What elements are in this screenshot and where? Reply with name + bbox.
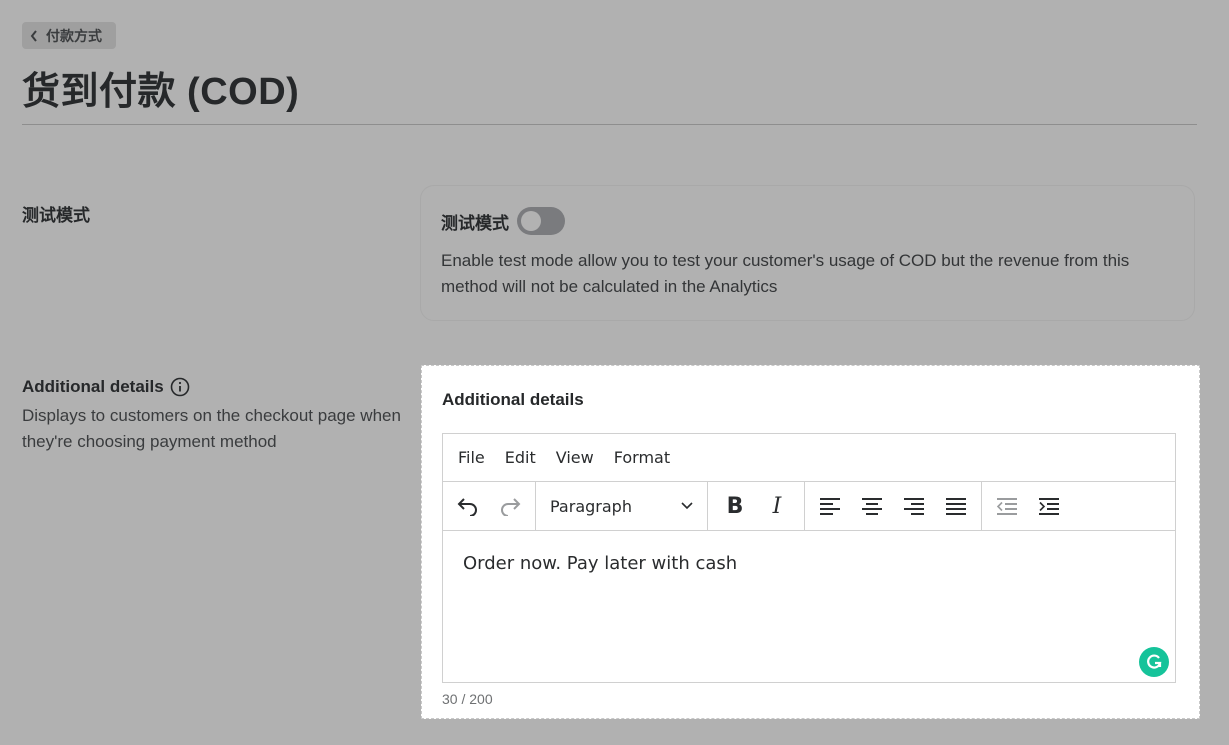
bold-icon: B [726,493,744,519]
italic-icon: I [772,493,782,519]
editor-menubar: File Edit View Format [443,434,1175,482]
character-counter: 30 / 200 [442,691,493,707]
toggle-knob [521,211,541,231]
block-format-select[interactable]: Paragraph [536,482,708,530]
redo-button[interactable] [489,482,531,530]
align-center-icon [862,498,882,515]
menu-edit[interactable]: Edit [505,448,536,467]
outdent-button[interactable] [986,482,1028,530]
alignment-group [805,482,982,530]
grammarly-icon[interactable] [1139,647,1169,677]
editor-toolbar: Paragraph B I [443,482,1175,531]
align-right-button[interactable] [893,482,935,530]
editor-text: Order now. Pay later with cash [463,553,738,574]
menu-format[interactable]: Format [614,448,670,467]
undo-icon [457,498,477,516]
test-mode-description: Enable test mode allow you to test your … [441,251,1130,296]
editor-content[interactable]: Order now. Pay later with cash [443,531,1175,682]
additional-details-card: Additional details File Edit View Format… [421,365,1200,719]
chevron-down-icon [681,502,693,510]
history-group [443,482,536,530]
info-icon[interactable] [170,377,190,397]
back-button[interactable]: 付款方式 [22,22,116,49]
align-justify-icon [946,498,966,515]
rich-text-editor: File Edit View Format Paragraph B I Orde… [442,433,1176,683]
text-style-group: B I [708,482,805,530]
outdent-icon [996,498,1017,515]
additional-details-section-label: Additional details [22,377,190,397]
test-mode-label: 测试模式 [441,213,509,233]
test-mode-toggle[interactable] [517,207,565,235]
chevron-left-icon [30,29,40,42]
test-mode-section-label: 测试模式 [22,206,90,225]
align-justify-button[interactable] [935,482,977,530]
additional-details-description: Displays to customers on the checkout pa… [22,406,401,451]
italic-button[interactable]: I [756,482,798,530]
header-divider [22,124,1197,125]
redo-icon [501,498,521,516]
undo-button[interactable] [447,482,489,530]
page-title: 货到付款 (COD) [22,71,300,113]
test-mode-card: 测试模式 Enable test mode allow you to test … [420,185,1195,321]
additional-details-label: Additional details [22,377,164,396]
align-right-icon [904,498,924,515]
menu-file[interactable]: File [458,448,485,467]
indent-group [982,482,1074,530]
bold-button[interactable]: B [714,482,756,530]
align-left-icon [820,498,840,515]
align-left-button[interactable] [809,482,851,530]
back-button-label: 付款方式 [46,27,102,44]
indent-button[interactable] [1028,482,1070,530]
block-format-value: Paragraph [550,496,632,516]
align-center-button[interactable] [851,482,893,530]
menu-view[interactable]: View [556,448,594,467]
additional-details-card-title: Additional details [442,390,584,409]
indent-icon [1039,498,1059,515]
